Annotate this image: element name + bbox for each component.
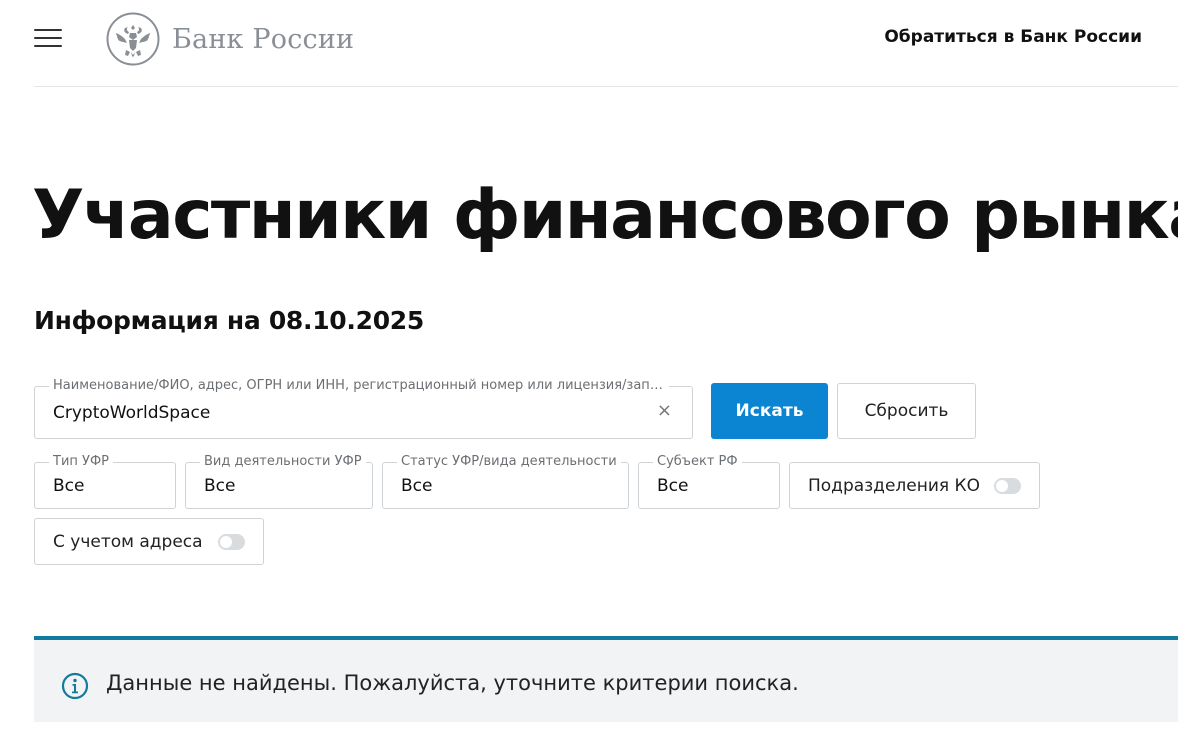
no-results-notice: Данные не найдены. Пожалуйста, уточните … [34,636,1178,722]
search-input-value[interactable]: CryptoWorldSpace [53,403,210,423]
filter-status-select[interactable]: Статус УФР/вида деятельности Все [382,454,629,509]
notice-text: Данные не найдены. Пожалуйста, уточните … [106,671,799,695]
filter-status-label: Статус УФР/вида деятельности [397,454,621,469]
reset-button[interactable]: Сбросить [837,383,976,439]
address-toggle-box[interactable]: С учетом адреса [34,518,264,565]
filter-activity-label: Вид деятельности УФР [200,454,366,469]
bank-logo[interactable]: Банк России [106,12,354,66]
address-toggle[interactable] [218,534,245,550]
filter-activity-select[interactable]: Вид деятельности УФР Все [185,454,373,509]
search-input-label: Наименование/ФИО, адрес, ОГРН или ИНН, р… [49,378,669,393]
info-date-heading: Информация на 08.10.2025 [34,306,424,335]
filter-status-value: Все [401,476,433,496]
filter-subject-label: Субъект РФ [653,454,742,469]
info-icon [61,672,89,700]
filter-type-value: Все [53,476,85,496]
search-button[interactable]: Искать [711,383,828,439]
logo-text: Банк России [172,23,355,55]
contact-bank-link[interactable]: Обратиться в Банк России [884,27,1142,47]
clear-icon[interactable]: × [657,401,672,421]
branches-toggle[interactable] [994,478,1021,494]
filter-type-select[interactable]: Тип УФР Все [34,454,176,509]
filter-subject-select[interactable]: Субъект РФ Все [638,454,780,509]
branches-toggle-label: Подразделения КО [808,475,980,496]
search-input[interactable]: Наименование/ФИО, адрес, ОГРН или ИНН, р… [34,378,693,439]
eagle-emblem-icon [106,12,160,66]
filter-activity-value: Все [204,476,236,496]
menu-icon[interactable] [34,28,62,48]
site-header: Банк России Обратиться в Банк России [0,0,1178,87]
filter-type-label: Тип УФР [49,454,113,469]
branches-toggle-box[interactable]: Подразделения КО [789,462,1040,509]
header-divider [34,86,1178,87]
address-toggle-label: С учетом адреса [53,531,203,552]
filter-subject-value: Все [657,476,689,496]
page-title: Участники финансового рынка [32,176,1178,255]
